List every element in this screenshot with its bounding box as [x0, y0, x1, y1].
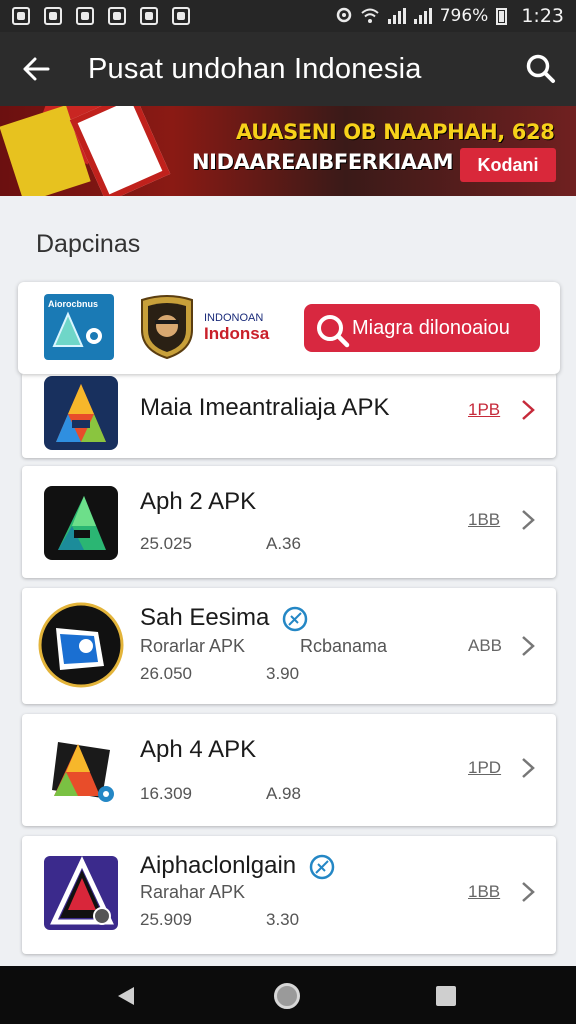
- notification-icon: [108, 7, 126, 25]
- app-name: Aph 2 APK: [140, 488, 257, 515]
- notification-icon: [140, 7, 158, 25]
- signal-icon: [413, 8, 432, 24]
- search-icon: [317, 315, 350, 348]
- shield-emblem-icon: [141, 295, 193, 360]
- app-size: 1PD: [468, 758, 502, 777]
- notification-icon: [172, 7, 190, 25]
- notification-icon: [76, 7, 94, 25]
- promo-banner[interactable]: AUASENI OB NAAPHAH, 628 NIDAAREAIBFERKIA…: [0, 106, 576, 196]
- app-list-item[interactable]: Aph 2 APK 25.025 A.36 1BB: [22, 466, 556, 578]
- notification-icon: [12, 7, 30, 25]
- wifi-icon: [361, 8, 379, 23]
- battery-percent: 96%: [450, 6, 489, 26]
- app-icon: [44, 486, 118, 560]
- square-recents-icon[interactable]: [436, 986, 456, 1006]
- app-name-text: Sah Eesima: [140, 604, 270, 631]
- battery-prefix: 7: [439, 6, 451, 26]
- location-icon: [336, 7, 351, 23]
- emblem-logo[interactable]: [138, 294, 196, 360]
- app-category: Rcbanama: [300, 636, 388, 656]
- page-title: Pusat undohan Indonesia: [88, 52, 422, 85]
- app-downloads: 16.309: [140, 784, 192, 803]
- app-rating: A.36: [266, 534, 301, 553]
- back-button[interactable]: [0, 32, 72, 106]
- chevron-right-icon: [522, 400, 535, 420]
- chevron-right-icon: [522, 882, 535, 902]
- clock: 1:23: [521, 5, 564, 27]
- chevron-right-icon: [522, 758, 535, 778]
- search-icon: [526, 54, 555, 83]
- app-icon: [44, 376, 118, 450]
- verified-badge-icon: [282, 606, 308, 631]
- app-downloads: 25.909: [140, 910, 192, 929]
- search-button[interactable]: [524, 52, 558, 86]
- featured-search-button[interactable]: Miagra dilonoaiou: [304, 304, 540, 352]
- app-size: 1BB: [468, 882, 501, 901]
- verified-badge-icon: [309, 854, 335, 879]
- featured-card: Aiorocbnus INDONOAN Indonsa Miagra dilon…: [18, 282, 560, 374]
- banner-subheadline: NIDAAREAIBFERKIAAM: [192, 150, 454, 174]
- app-list-item[interactable]: Sah Eesima Rorarlar APK Rcbanama 26.050 …: [22, 588, 556, 704]
- circle-home-icon[interactable]: [274, 983, 300, 1009]
- featured-app-tile[interactable]: Aiorocbnus: [44, 294, 114, 360]
- banner-headline: AUASENI OB NAAPHAH, 628: [236, 120, 555, 144]
- featured-brand-text: INDONOAN Indonsa: [204, 312, 269, 343]
- app-name: Maia Imeantraliaja APK: [140, 394, 390, 421]
- triangle-logo-icon: [52, 311, 102, 347]
- app-rating: 3.30: [266, 910, 300, 929]
- app-developer: Rorarlar APK: [140, 636, 246, 656]
- chevron-right-icon: [522, 510, 535, 530]
- app-size: 1PB: [468, 400, 501, 419]
- app-name: Sah Eesima: [140, 604, 308, 632]
- app-size: 1BB: [468, 510, 501, 529]
- brand-line-2: Indonsa: [204, 324, 270, 343]
- app-rating: 3.90: [266, 664, 300, 683]
- app-icon: [38, 602, 124, 688]
- featured-search-label: Miagra dilonoaiou: [352, 316, 510, 339]
- app-name: Aph 4 APK: [140, 736, 257, 763]
- app-list-item[interactable]: Aph 4 APK 16.309 A.98 1PD: [22, 714, 556, 826]
- app-downloads: 26.050: [140, 664, 192, 683]
- arrow-left-icon: [23, 57, 50, 81]
- signal-icon: [387, 8, 406, 24]
- app-icon: [52, 742, 114, 802]
- app-icon: [44, 856, 118, 930]
- app-name-text: Aiphaclonlgain: [140, 852, 297, 879]
- app-rating: A.98: [266, 784, 301, 803]
- app-downloads: 25.025: [140, 534, 192, 553]
- battery-icon: [496, 7, 508, 25]
- chevron-right-icon: [522, 636, 535, 656]
- app-name: Aiphaclonlgain: [140, 852, 335, 880]
- app-developer: Rarahar APK: [140, 882, 246, 902]
- status-bar: 796% 1:23: [0, 0, 576, 32]
- triangle-back-icon[interactable]: [116, 985, 136, 1007]
- section-title: Dapcinas: [36, 230, 141, 258]
- app-size: ABB: [468, 636, 503, 655]
- app-list-item[interactable]: Maia Imeantraliaja APK 1PB: [22, 372, 556, 458]
- banner-cta-button[interactable]: Kodani: [460, 148, 556, 182]
- app-list-item[interactable]: Aiphaclonlgain Rarahar APK 25.909 3.30 1…: [22, 836, 556, 954]
- notification-icon: [44, 7, 62, 25]
- app-bar: Pusat undohan Indonesia: [0, 32, 576, 106]
